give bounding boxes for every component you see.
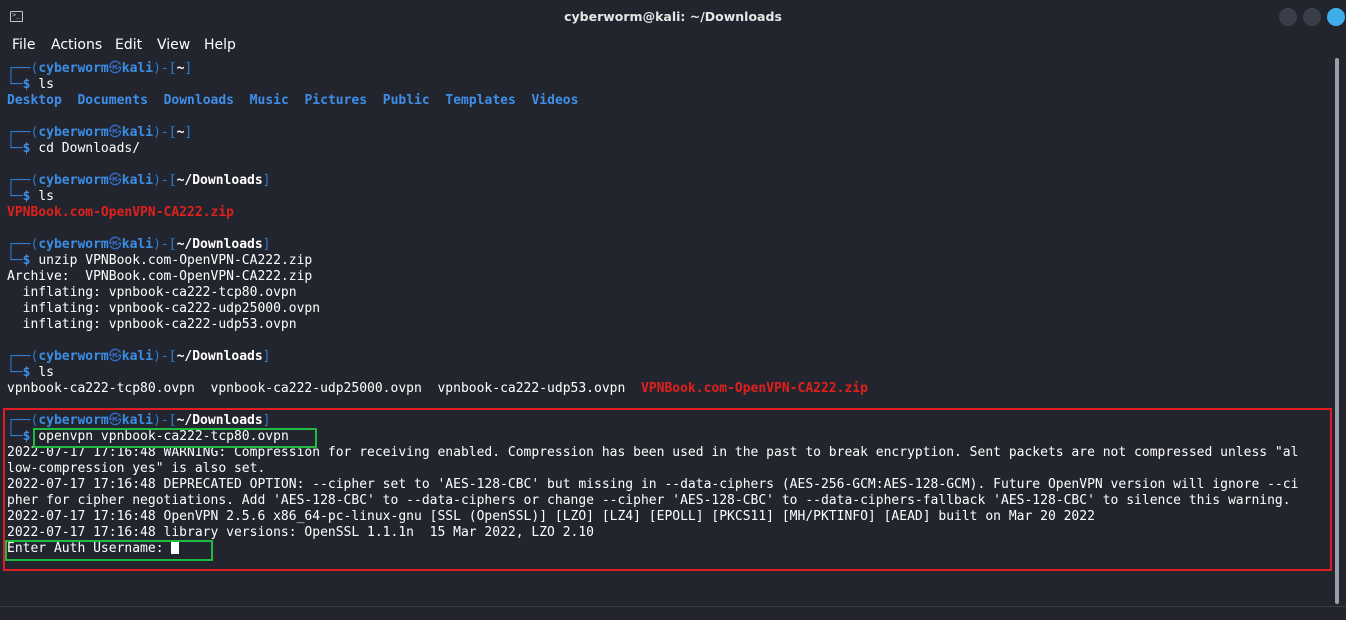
unzip-output: inflating: vpnbook-ca222-tcp80.ovpn: [7, 285, 297, 300]
unzip-output: Archive: VPNBook.com-OpenVPN-CA222.zip: [7, 269, 313, 284]
prompt-line: ┌──(cyberworm㉿kali)-[~/Downloads]: [7, 173, 271, 188]
menu-actions[interactable]: Actions: [51, 37, 102, 53]
prompt-line: ┌──(cyberworm㉿kali)-[~]: [7, 125, 193, 140]
unzip-output: inflating: vpnbook-ca222-udp25000.ovpn: [7, 301, 321, 316]
ls-output: VPNBook.com-OpenVPN-CA222.zip: [7, 205, 234, 220]
menu-file[interactable]: File: [12, 37, 35, 53]
command-line: └─$ cd Downloads/: [7, 141, 141, 156]
command-line: └─$ ls: [7, 77, 54, 92]
divider: [0, 606, 1346, 607]
command-line: └─$ ls: [7, 365, 54, 380]
menu-help[interactable]: Help: [204, 37, 236, 53]
scrollbar[interactable]: [1335, 58, 1339, 604]
menu-view[interactable]: View: [157, 37, 190, 53]
terminal-window: >_ cyberworm@kali: ~/Downloads File Acti…: [0, 0, 1346, 620]
prompt-line: ┌──(cyberworm㉿kali)-[~]: [7, 61, 193, 76]
highlight-box-openvpn-command: [33, 428, 317, 448]
ls-output: Desktop Documents Downloads Music Pictur…: [7, 93, 579, 108]
title-bar[interactable]: >_ cyberworm@kali: ~/Downloads: [0, 0, 1346, 34]
command-line: └─$ ls: [7, 189, 54, 204]
command-line: └─$ unzip VPNBook.com-OpenVPN-CA222.zip: [7, 253, 313, 268]
close-button[interactable]: [1327, 8, 1345, 26]
prompt-line: ┌──(cyberworm㉿kali)-[~/Downloads]: [7, 349, 271, 364]
maximize-button[interactable]: [1303, 8, 1321, 26]
menu-bar: File Actions Edit View Help: [0, 34, 1346, 58]
highlight-box-auth-prompt: [5, 540, 213, 561]
menu-edit[interactable]: Edit: [115, 37, 142, 53]
window-title: cyberworm@kali: ~/Downloads: [564, 9, 782, 24]
ls-output: vpnbook-ca222-tcp80.ovpn vpnbook-ca222-u…: [7, 381, 868, 396]
prompt-line: ┌──(cyberworm㉿kali)-[~/Downloads]: [7, 237, 271, 252]
minimize-button[interactable]: [1279, 8, 1297, 26]
unzip-output: inflating: vpnbook-ca222-udp53.ovpn: [7, 317, 297, 332]
